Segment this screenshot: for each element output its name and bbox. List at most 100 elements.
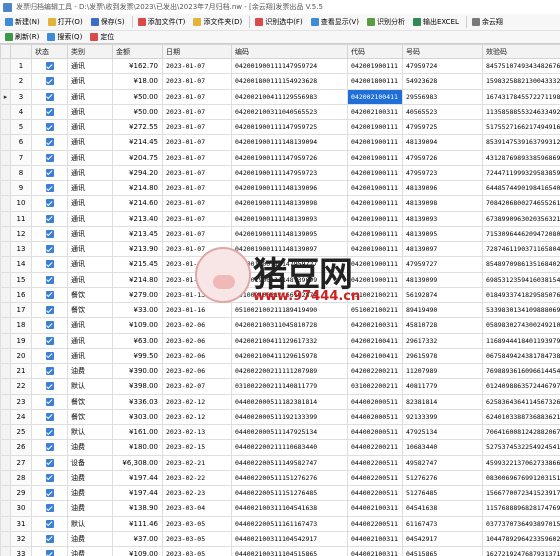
check-code-cell[interactable]: 05898302743002492101 — [482, 317, 560, 334]
table-row[interactable]: 27 设备 ¥6,308.00 2023-02-21 04400220051114958… — [0, 454, 560, 471]
status-checkbox[interactable] — [45, 153, 54, 162]
status-checkbox[interactable] — [45, 321, 54, 330]
table-row[interactable]: 28 油费 ¥197.44 2023-02-22 0440022005111512762… — [0, 469, 560, 487]
table-row[interactable]: 18 通讯 ¥109.00 2023-02-06 0420021003110458107… — [0, 317, 560, 334]
code-cell[interactable]: 042001800111154923628 — [231, 73, 348, 90]
code-cell[interactable]: 042001900111148139095 — [231, 225, 348, 243]
amount-cell[interactable]: ¥398.00 — [112, 378, 163, 395]
status-checkbox[interactable] — [45, 351, 54, 360]
status-checkbox[interactable] — [45, 519, 54, 528]
invoice-code-cell[interactable]: 042002100411 — [347, 88, 403, 105]
status-checkbox[interactable] — [45, 168, 54, 177]
date-cell[interactable]: 2023-01-07 — [162, 195, 232, 212]
category-cell[interactable]: 餐饮 — [67, 393, 113, 410]
table-row[interactable]: 8 通讯 ¥294.20 2023-01-07 04200190011114795972… — [0, 164, 560, 182]
column-header[interactable]: 效验码 — [482, 44, 560, 59]
date-cell[interactable]: 2023-01-07 — [162, 210, 232, 227]
column-header[interactable]: 代码 — [347, 44, 403, 59]
date-cell[interactable]: 2023-01-07 — [162, 149, 232, 166]
code-cell[interactable]: 042001900111148139094 — [231, 134, 348, 151]
amount-cell[interactable]: ¥6,308.00 — [112, 454, 163, 471]
invoice-code-cell[interactable]: 042002100411 — [347, 347, 403, 365]
check-code-cell[interactable]: 67389909630203563216 — [482, 210, 560, 227]
invoice-code-cell[interactable]: 042001900111 — [347, 164, 403, 182]
category-cell[interactable]: 油费 — [67, 439, 113, 456]
check-code-cell[interactable]: 52753745322549245411 — [482, 439, 560, 456]
table-row[interactable]: 12 通讯 ¥213.45 2023-01-07 0420019001111481390… — [0, 225, 560, 243]
date-cell[interactable]: 2023-01-16 — [162, 301, 232, 319]
code-cell[interactable]: 031002200211140811779 — [231, 378, 348, 395]
toolbar-button-new-file[interactable]: 新建(N) — [2, 15, 44, 29]
invoice-number-cell[interactable]: 61167473 — [402, 515, 483, 532]
invoice-number-cell[interactable]: 51276276 — [402, 469, 483, 487]
invoice-number-cell[interactable]: 29556983 — [402, 88, 483, 105]
invoice-number-cell[interactable]: 48139094 — [402, 134, 483, 151]
date-cell[interactable]: 2023-03-05 — [162, 545, 232, 556]
date-cell[interactable]: 2023-02-15 — [162, 439, 232, 456]
date-cell[interactable]: 2023-01-07 — [162, 256, 232, 273]
code-cell[interactable]: 042002100311040565523 — [231, 103, 348, 121]
table-row[interactable]: 20 通讯 ¥99.50 2023-02-06 04200210041112961597… — [0, 347, 560, 365]
invoice-code-cell[interactable]: 044002200211 — [347, 439, 403, 456]
amount-cell[interactable]: ¥109.00 — [112, 317, 163, 334]
category-cell[interactable]: 通讯 — [67, 73, 113, 90]
amount-cell[interactable]: ¥204.75 — [112, 149, 163, 166]
code-cell[interactable]: 051002100211156192874 — [231, 286, 348, 304]
status-checkbox[interactable] — [45, 214, 54, 223]
invoice-number-cell[interactable]: 48139093 — [402, 210, 483, 227]
status-checkbox[interactable] — [45, 229, 54, 238]
table-row[interactable]: 10 通讯 ¥214.60 2023-01-07 0420019001111481390… — [0, 195, 560, 212]
date-cell[interactable]: 2023-01-07 — [162, 103, 232, 121]
invoice-code-cell[interactable]: 042001900111 — [347, 134, 403, 151]
check-code-cell[interactable]: 16272192476879313713 — [482, 545, 560, 556]
invoice-code-cell[interactable]: 044002200511 — [347, 469, 403, 487]
category-cell[interactable]: 通讯 — [67, 256, 113, 273]
table-row[interactable]: 4 通讯 ¥50.00 2023-01-07 042002100311040565523… — [0, 103, 560, 121]
category-cell[interactable]: 设备 — [67, 454, 113, 471]
invoice-code-cell[interactable]: 042002100311 — [347, 317, 403, 334]
amount-cell[interactable]: ¥18.00 — [112, 73, 163, 90]
check-code-cell[interactable]: 51755271662174949166 — [482, 118, 560, 136]
amount-cell[interactable]: ¥336.03 — [112, 393, 163, 410]
invoice-code-cell[interactable]: 044002100311 — [347, 530, 403, 548]
toolbar-button-add-folder[interactable]: 添文件夹(D) — [190, 15, 246, 29]
date-cell[interactable]: 2023-02-12 — [162, 408, 232, 426]
table-row[interactable]: 33 油费 ¥109.00 2023-03-05 0440021003111045158… — [0, 545, 560, 556]
check-code-cell[interactable]: 62583643641145673264 — [482, 393, 560, 410]
amount-cell[interactable]: ¥390.00 — [112, 362, 163, 380]
status-checkbox[interactable] — [45, 306, 54, 315]
amount-cell[interactable]: ¥63.00 — [112, 332, 163, 349]
status-checkbox[interactable] — [45, 138, 54, 147]
category-cell[interactable]: 默认 — [67, 378, 113, 395]
invoice-code-cell[interactable]: 044002000511 — [347, 393, 403, 410]
category-cell[interactable]: 通讯 — [67, 164, 113, 182]
date-cell[interactable]: 2023-01-07 — [162, 88, 232, 105]
category-cell[interactable]: 默认 — [67, 423, 113, 441]
column-header[interactable]: 号码 — [402, 44, 483, 59]
invoice-code-cell[interactable]: 044002100311 — [347, 500, 403, 517]
check-code-cell[interactable]: 11689444184011939794 — [482, 332, 560, 349]
status-checkbox[interactable] — [45, 534, 54, 543]
date-cell[interactable]: 2023-02-06 — [162, 347, 232, 365]
check-code-cell[interactable]: 11576888968281747690 — [482, 500, 560, 517]
invoice-code-cell[interactable]: 044002000511 — [347, 423, 403, 441]
date-cell[interactable]: 2023-03-05 — [162, 530, 232, 548]
invoice-number-cell[interactable]: 47959725 — [402, 118, 483, 136]
invoice-code-cell[interactable]: 042002200211 — [347, 362, 403, 380]
amount-cell[interactable]: ¥213.90 — [112, 240, 163, 258]
amount-cell[interactable]: ¥180.00 — [112, 439, 163, 456]
category-cell[interactable]: 餐饮 — [67, 408, 113, 426]
code-cell[interactable]: 042001900111148139097 — [231, 240, 348, 258]
amount-cell[interactable]: ¥50.00 — [112, 88, 163, 105]
status-checkbox[interactable] — [45, 550, 54, 556]
status-checkbox[interactable] — [45, 275, 54, 284]
code-cell[interactable]: 042001900111148139096 — [231, 179, 348, 197]
check-code-cell[interactable]: 69853123594160381540 — [482, 271, 560, 288]
table-row[interactable]: 25 默认 ¥161.00 2023-02-13 0440020005111479251… — [0, 423, 560, 441]
code-cell[interactable]: 044002100311104541638 — [231, 500, 348, 517]
check-code-cell[interactable]: 70842068002746552615 — [482, 195, 560, 212]
table-row[interactable]: 29 油费 ¥197.44 2023-02-23 0440022005111512764… — [0, 484, 560, 502]
status-checkbox[interactable] — [45, 367, 54, 376]
category-cell[interactable]: 通讯 — [67, 240, 113, 258]
table-row[interactable]: 23 餐饮 ¥336.03 2023-02-12 0440020005111823818… — [0, 393, 560, 410]
